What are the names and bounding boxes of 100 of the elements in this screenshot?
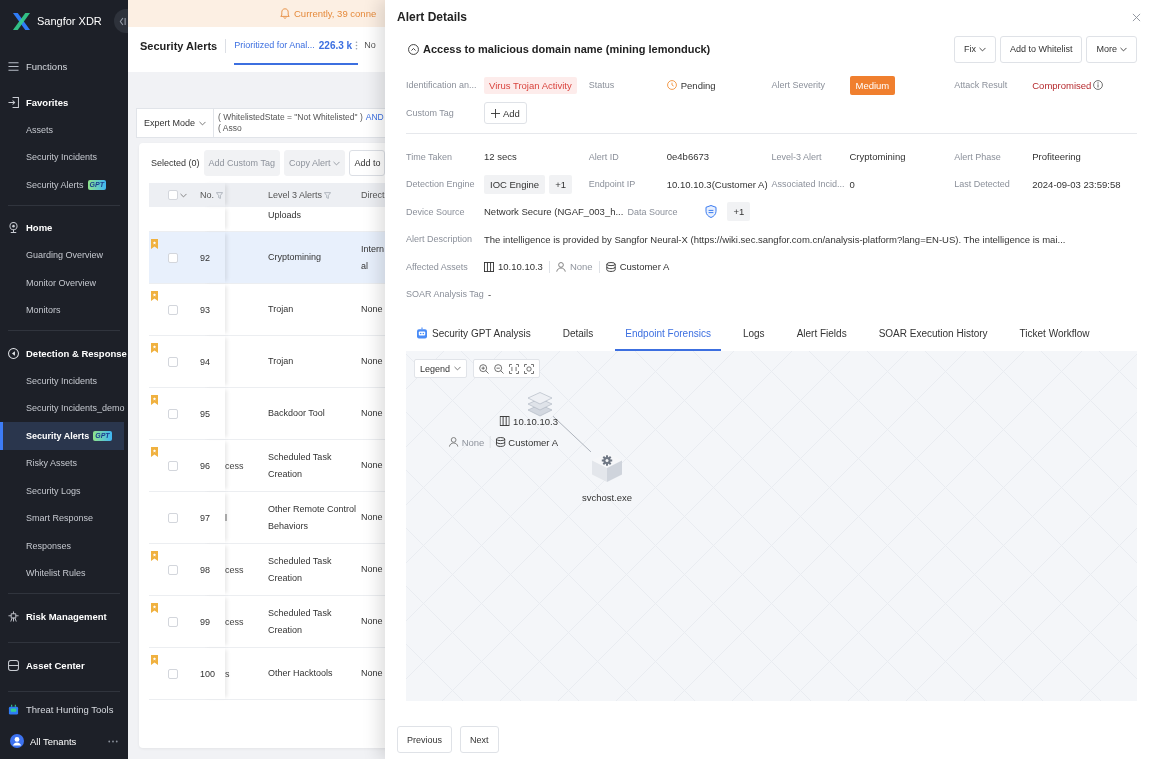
nav-item[interactable]: Risky Assets bbox=[26, 449, 77, 477]
view-tab[interactable]: Prioritized for Anal... 226.3 k bbox=[234, 27, 359, 65]
cut-off-text: cess bbox=[225, 564, 244, 575]
circle-chevron-up-icon[interactable] bbox=[408, 43, 419, 55]
pager-button[interactable]: Previous bbox=[397, 726, 452, 753]
cut-off-text: cess bbox=[225, 616, 244, 627]
nav-group[interactable]: Risk Management bbox=[8, 602, 107, 630]
alert-type: Other Hacktools bbox=[268, 667, 333, 680]
focus-icon[interactable] bbox=[524, 363, 535, 374]
fit-frame-icon[interactable] bbox=[509, 363, 520, 374]
database-icon bbox=[605, 261, 616, 272]
field-value: Network Secure (NGAF_003_h... bbox=[484, 206, 624, 218]
detail-tab[interactable]: Security GPT Analysis bbox=[406, 317, 541, 351]
alert-type: Scheduled Task Creation bbox=[268, 606, 333, 637]
detail-tab[interactable]: Ticket Workflow bbox=[1009, 317, 1100, 351]
nav-item[interactable]: Responses bbox=[26, 532, 72, 560]
row-checkbox[interactable] bbox=[168, 564, 178, 575]
collapse-icon bbox=[118, 16, 126, 26]
column-header[interactable]: Direct bbox=[361, 186, 385, 204]
collapse-button[interactable] bbox=[114, 9, 128, 33]
nav-group[interactable]: Home bbox=[8, 213, 53, 242]
row-checkbox[interactable] bbox=[168, 252, 178, 263]
cut-off-text: s bbox=[225, 668, 230, 679]
zoom-in-icon[interactable] bbox=[479, 363, 490, 374]
action-button[interactable]: Add to Whitelist bbox=[999, 35, 1083, 63]
nav-item[interactable]: Security Incidents bbox=[26, 367, 98, 395]
row-checkbox[interactable] bbox=[168, 356, 178, 367]
info-icon[interactable] bbox=[1093, 80, 1104, 90]
legend-dropdown[interactable]: Legend bbox=[414, 359, 468, 378]
direction-text: None bbox=[361, 563, 383, 576]
detail-tab[interactable]: SOAR Execution History bbox=[868, 317, 998, 351]
nav-item[interactable]: Security Incidents_demo bbox=[26, 394, 125, 422]
toolbar-button[interactable]: Add to bbox=[349, 150, 385, 176]
status-text: Pending bbox=[680, 79, 716, 91]
engine-chip: +1 bbox=[549, 174, 572, 194]
nav-item[interactable]: Threat Hunting Tools bbox=[8, 695, 114, 723]
nav-group[interactable]: Detection & Response bbox=[8, 339, 127, 367]
query-field[interactable]: ( WhitelistedState = "Not Whitelisted" ) AND ( Asso bbox=[214, 109, 385, 137]
action-button[interactable]: More bbox=[1086, 35, 1137, 63]
row-checkbox[interactable] bbox=[168, 616, 178, 627]
notice-text: Currently, 39 conne bbox=[294, 8, 377, 19]
tenant-switcher[interactable]: All Tenants bbox=[10, 734, 77, 748]
row-checkbox[interactable] bbox=[168, 512, 178, 523]
more-icon[interactable] bbox=[108, 739, 118, 743]
field-value: 10.10.10.3(Customer A) bbox=[666, 178, 768, 190]
table-row[interactable]: 92 Cryptomining Internal bbox=[149, 232, 385, 284]
caret-icon bbox=[333, 160, 341, 166]
field-label: Alert Severity bbox=[771, 80, 827, 90]
nav-item[interactable]: Assets bbox=[26, 116, 53, 144]
field-value: 0 bbox=[849, 178, 855, 190]
nav-item[interactable]: Monitor Overview bbox=[26, 269, 97, 297]
nav-item[interactable]: Functions bbox=[8, 52, 68, 80]
alert-type: Cryptomining bbox=[268, 251, 322, 264]
robot-icon bbox=[8, 703, 19, 715]
column-header[interactable]: Level 3 Alerts bbox=[268, 186, 332, 204]
view-tab[interactable]: No bbox=[364, 27, 376, 65]
detail-tab[interactable]: Alert Fields bbox=[786, 317, 857, 351]
asset-user: None bbox=[569, 261, 593, 273]
row-checkbox[interactable] bbox=[168, 460, 178, 471]
nav-item[interactable]: Monitors bbox=[26, 296, 61, 324]
column-header[interactable]: No. bbox=[200, 190, 223, 200]
server-stack-icon[interactable] bbox=[527, 391, 553, 417]
field-value: The intelligence is provided by Sangfor Neural-X (https://wiki.sec.sangfor.com.cn/analysis-platform?lang=EN-US). The intelligence is mai... bbox=[484, 233, 1066, 245]
chevron-down-icon[interactable] bbox=[180, 192, 187, 198]
brand-name: Sangfor XDR bbox=[37, 15, 102, 27]
person-icon bbox=[555, 261, 566, 272]
direction-text: None bbox=[361, 355, 383, 368]
server-icon bbox=[500, 416, 511, 426]
detail-tab[interactable]: Details bbox=[552, 317, 604, 351]
field-label: Status bbox=[588, 80, 616, 90]
nav-item[interactable]: Security Incidents bbox=[26, 143, 98, 171]
field-label: Alert ID bbox=[588, 151, 620, 162]
nav-group[interactable]: Asset Center bbox=[8, 651, 85, 679]
row-checkbox[interactable] bbox=[168, 408, 178, 419]
nav-item[interactable]: Whitelist Rules bbox=[26, 559, 86, 587]
node-label: svchost.exe bbox=[581, 492, 633, 503]
action-button[interactable]: Fix bbox=[953, 35, 996, 63]
close-icon[interactable] bbox=[1132, 12, 1141, 22]
engine-chip: IOC Engine bbox=[484, 174, 546, 194]
more-vertical-icon[interactable] bbox=[355, 40, 359, 50]
add-tag-button[interactable]: Add bbox=[484, 102, 527, 124]
nav-group[interactable]: Favorites bbox=[8, 88, 69, 116]
detail-tab[interactable]: Logs bbox=[732, 317, 775, 351]
nav-item[interactable]: Security Logs bbox=[26, 477, 81, 505]
row-checkbox[interactable] bbox=[168, 304, 178, 315]
nav-item[interactable]: Smart Response bbox=[26, 504, 94, 532]
zoom-out-icon[interactable] bbox=[494, 363, 505, 374]
pager-button[interactable]: Next bbox=[460, 726, 499, 753]
field-label: Detection Engine bbox=[406, 179, 476, 190]
nav-item[interactable]: Guarding Overview bbox=[26, 241, 104, 269]
row-number: 99 bbox=[200, 616, 210, 627]
row-checkbox[interactable] bbox=[168, 668, 178, 679]
header-checkbox[interactable] bbox=[168, 190, 178, 200]
field-label: Level-3 Alert bbox=[771, 151, 823, 162]
result-text: Compromised bbox=[1032, 79, 1092, 91]
menu-icon bbox=[8, 60, 19, 72]
node-tenant: Customer A bbox=[508, 436, 558, 448]
row-number: 93 bbox=[200, 304, 210, 315]
shield-icon bbox=[705, 205, 718, 219]
mode-dropdown[interactable]: Expert Mode bbox=[137, 109, 215, 137]
